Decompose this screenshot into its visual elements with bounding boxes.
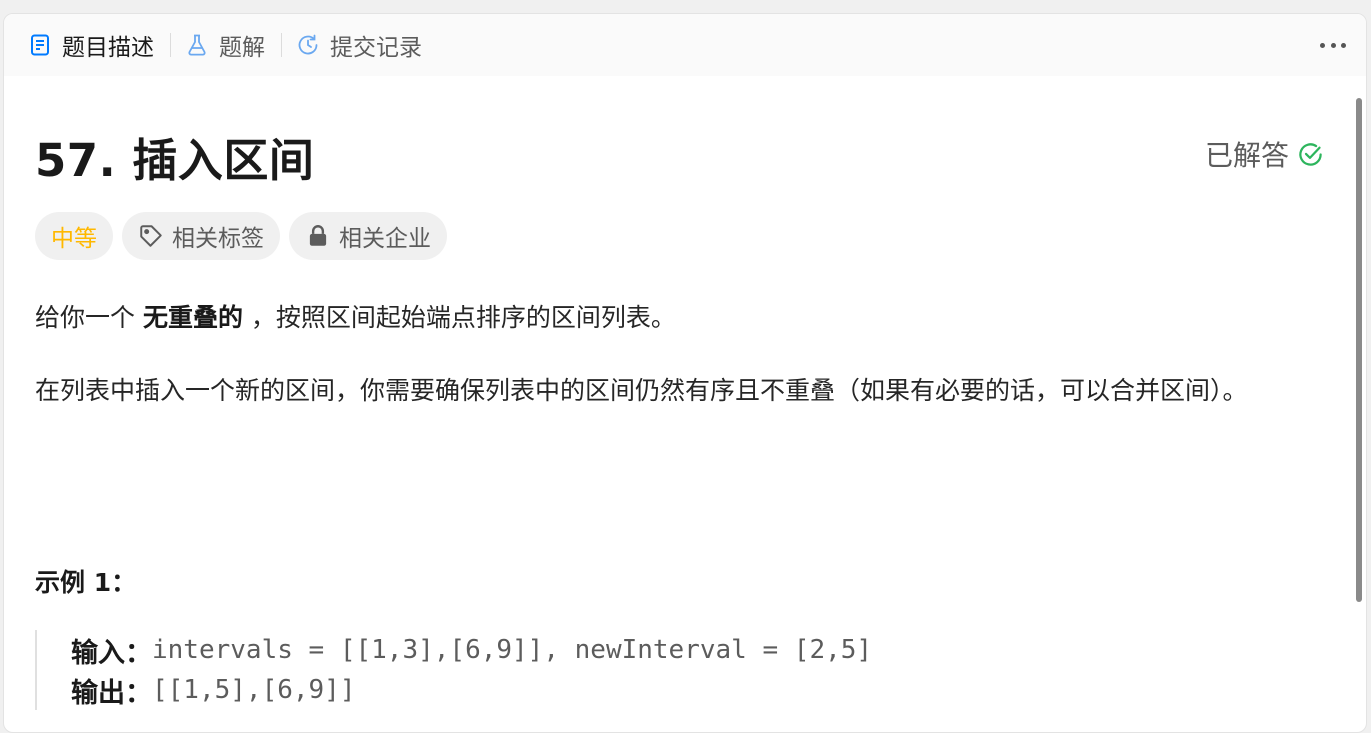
- check-circle-icon: [1297, 141, 1324, 168]
- example-input-value: intervals = [[1,3],[6,9]], newInterval =…: [152, 635, 873, 665]
- description-paragraph-1: 给你一个 无重叠的 ，按照区间起始端点排序的区间列表。: [35, 297, 1325, 339]
- related-companies-button[interactable]: 相关企业: [289, 212, 447, 260]
- description-emphasis: 无重叠的: [142, 303, 243, 332]
- tab-submissions-label: 提交记录: [330, 35, 422, 61]
- vertical-scrollbar[interactable]: [1356, 98, 1362, 602]
- problem-title[interactable]: 57. 插入区间: [35, 124, 314, 189]
- example-block: 输入： intervals = [[1,3],[6,9]], newInterv…: [35, 630, 872, 710]
- tag-icon: [138, 223, 164, 249]
- solved-status-label: 已解答: [1204, 139, 1289, 172]
- example-output-value: [[1,5],[6,9]]: [152, 675, 356, 705]
- tab-bar: 题目描述 题解 提交记录: [4, 14, 1366, 76]
- example-output-line: 输出： [[1,5],[6,9]]: [71, 670, 872, 710]
- tab-description[interactable]: 题目描述: [28, 25, 154, 65]
- solved-status: 已解答: [1205, 134, 1324, 174]
- example-input-label: 输入：: [71, 637, 152, 669]
- difficulty-badge[interactable]: 中等: [35, 212, 113, 260]
- description-text: ，按照区间起始端点排序的区间列表。: [242, 303, 676, 332]
- tag-row: 中等 相关标签 相关企业: [35, 212, 447, 260]
- example-input-line: 输入： intervals = [[1,3],[6,9]], newInterv…: [71, 630, 872, 670]
- dot-icon: [1330, 42, 1336, 48]
- tab-description-label: 题目描述: [62, 35, 154, 61]
- history-icon: [296, 33, 320, 57]
- description-text: 给你一个: [35, 303, 143, 332]
- example-title: 示例 1：: [35, 568, 137, 597]
- related-tags-button[interactable]: 相关标签: [122, 212, 280, 260]
- dot-icon: [1341, 42, 1346, 48]
- problem-panel: 题目描述 题解 提交记录 57. 插入区间 已解答 中等 相关标签 相关企业 给…: [3, 13, 1367, 733]
- flask-icon: [185, 33, 209, 57]
- related-tags-label: 相关标签: [172, 226, 264, 252]
- lock-icon: [305, 223, 331, 249]
- tab-divider: [170, 33, 171, 57]
- tab-solutions[interactable]: 题解: [185, 25, 265, 65]
- problem-content: 57. 插入区间 已解答 中等 相关标签 相关企业 给你一个 无重叠的 ，按照区…: [4, 76, 1354, 732]
- related-companies-label: 相关企业: [339, 226, 431, 252]
- dot-icon: [1320, 42, 1325, 48]
- document-icon: [28, 33, 52, 57]
- tab-solutions-label: 题解: [219, 35, 265, 61]
- tab-divider: [281, 33, 282, 57]
- description-paragraph-2: 在列表中插入一个新的区间，你需要确保列表中的区间仍然有序且不重叠（如果有必要的话…: [35, 376, 1248, 405]
- more-options-button[interactable]: [1320, 33, 1346, 57]
- tab-submissions[interactable]: 提交记录: [296, 25, 422, 65]
- example-output-label: 输出：: [71, 677, 152, 709]
